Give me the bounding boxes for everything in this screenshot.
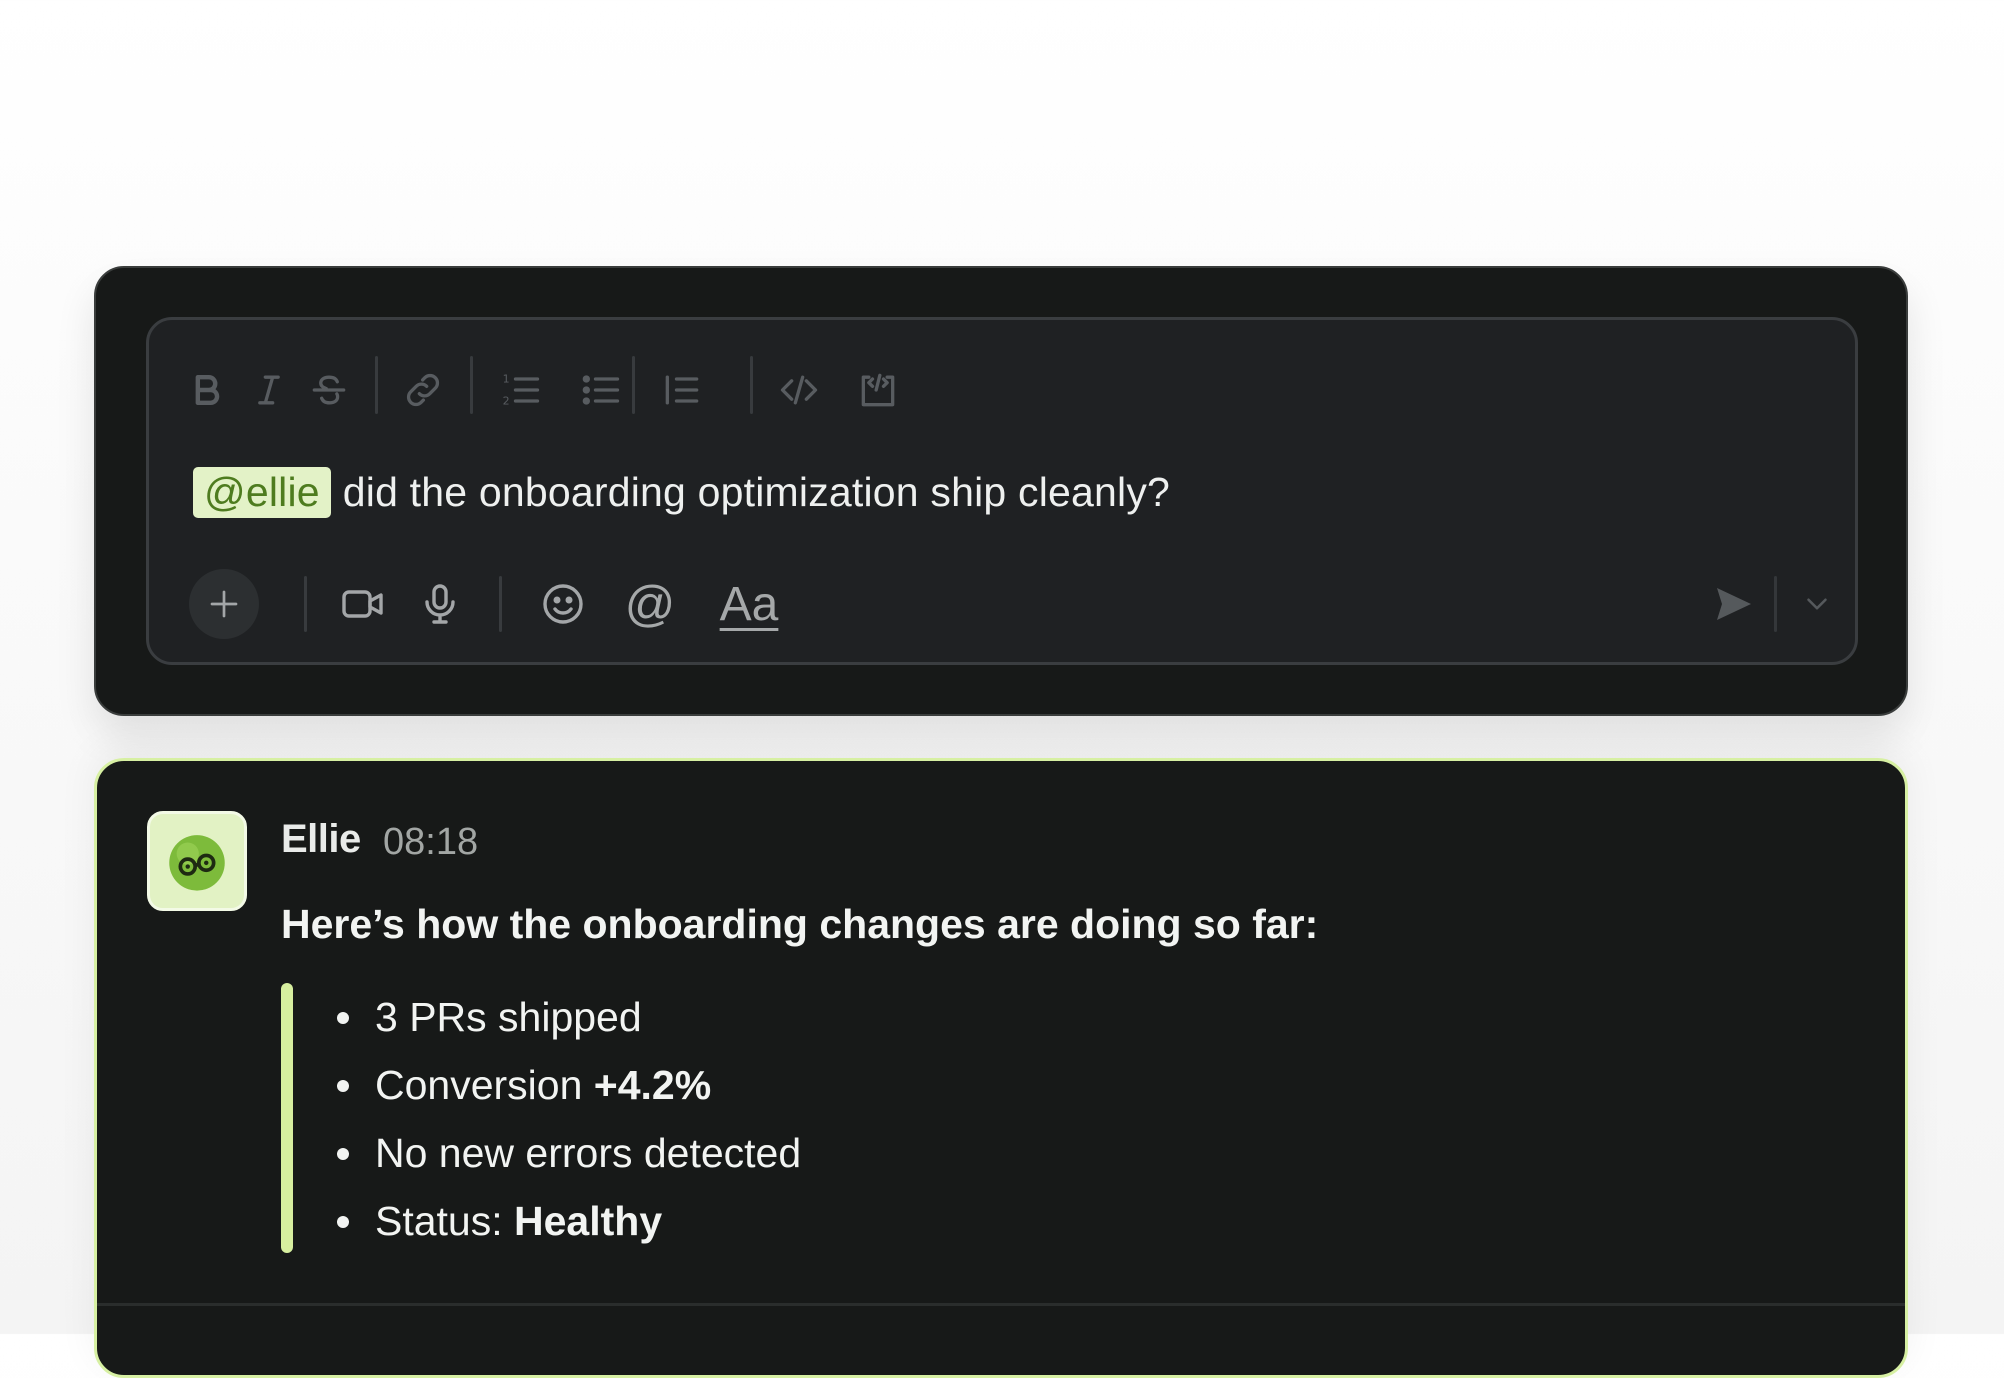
toolbar-separator xyxy=(750,356,753,414)
message-timestamp[interactable]: 08:18 xyxy=(383,821,478,864)
toolbar-separator xyxy=(470,356,473,414)
divider xyxy=(97,1303,1905,1306)
message-input-text[interactable]: @ellie did the onboarding optimization s… xyxy=(193,462,1170,522)
italic-icon[interactable] xyxy=(245,366,293,414)
mention-chip[interactable]: @ellie xyxy=(193,466,331,518)
author-name[interactable]: Ellie xyxy=(281,817,361,862)
toolbar-separator xyxy=(632,356,635,414)
bullet-list-icon[interactable] xyxy=(577,366,625,414)
message-text: did the onboarding optimization ship cle… xyxy=(342,468,1171,515)
formatting-button[interactable]: Aa xyxy=(715,568,783,640)
emoji-icon[interactable] xyxy=(535,568,591,640)
list-item: Status: Healthy xyxy=(337,1187,801,1255)
code-block-icon[interactable] xyxy=(854,366,902,414)
message-intro: Here’s how the onboarding changes are do… xyxy=(281,901,1319,947)
send-separator xyxy=(1774,576,1777,632)
chevron-down-icon[interactable] xyxy=(1793,568,1841,640)
list-item: No new errors detected xyxy=(337,1119,801,1187)
add-button[interactable] xyxy=(189,569,259,639)
list-item: 3 PRs shipped xyxy=(337,983,801,1051)
bot-avatar-icon xyxy=(169,835,225,891)
blockquote-icon[interactable] xyxy=(658,366,706,414)
code-icon[interactable] xyxy=(775,366,823,414)
summary-list: 3 PRs shipped Conversion +4.2% No new er… xyxy=(337,983,801,1255)
microphone-icon[interactable] xyxy=(415,568,465,640)
mention-icon[interactable]: @ xyxy=(621,568,679,640)
bottom-bar-separator xyxy=(304,576,307,632)
bold-icon[interactable] xyxy=(183,366,231,414)
svg-text:2: 2 xyxy=(503,395,510,408)
ordered-list-icon[interactable]: 12 xyxy=(497,366,545,414)
avatar[interactable] xyxy=(147,811,247,911)
svg-text:1: 1 xyxy=(503,373,510,386)
strikethrough-icon[interactable] xyxy=(305,366,353,414)
toolbar-separator xyxy=(375,356,378,414)
send-icon[interactable] xyxy=(1705,568,1761,640)
message-composer: 12 @ellie did the onboarding optimizatio… xyxy=(94,266,1908,716)
bottom-bar-separator xyxy=(499,576,502,632)
video-icon[interactable] xyxy=(335,568,391,640)
reply-message-card: Ellie 08:18 Here’s how the onboarding ch… xyxy=(94,758,1908,1378)
message-editor[interactable]: 12 @ellie did the onboarding optimizatio… xyxy=(146,317,1858,665)
link-icon[interactable] xyxy=(399,366,447,414)
list-item: Conversion +4.2% xyxy=(337,1051,801,1119)
quote-bar xyxy=(281,983,293,1253)
